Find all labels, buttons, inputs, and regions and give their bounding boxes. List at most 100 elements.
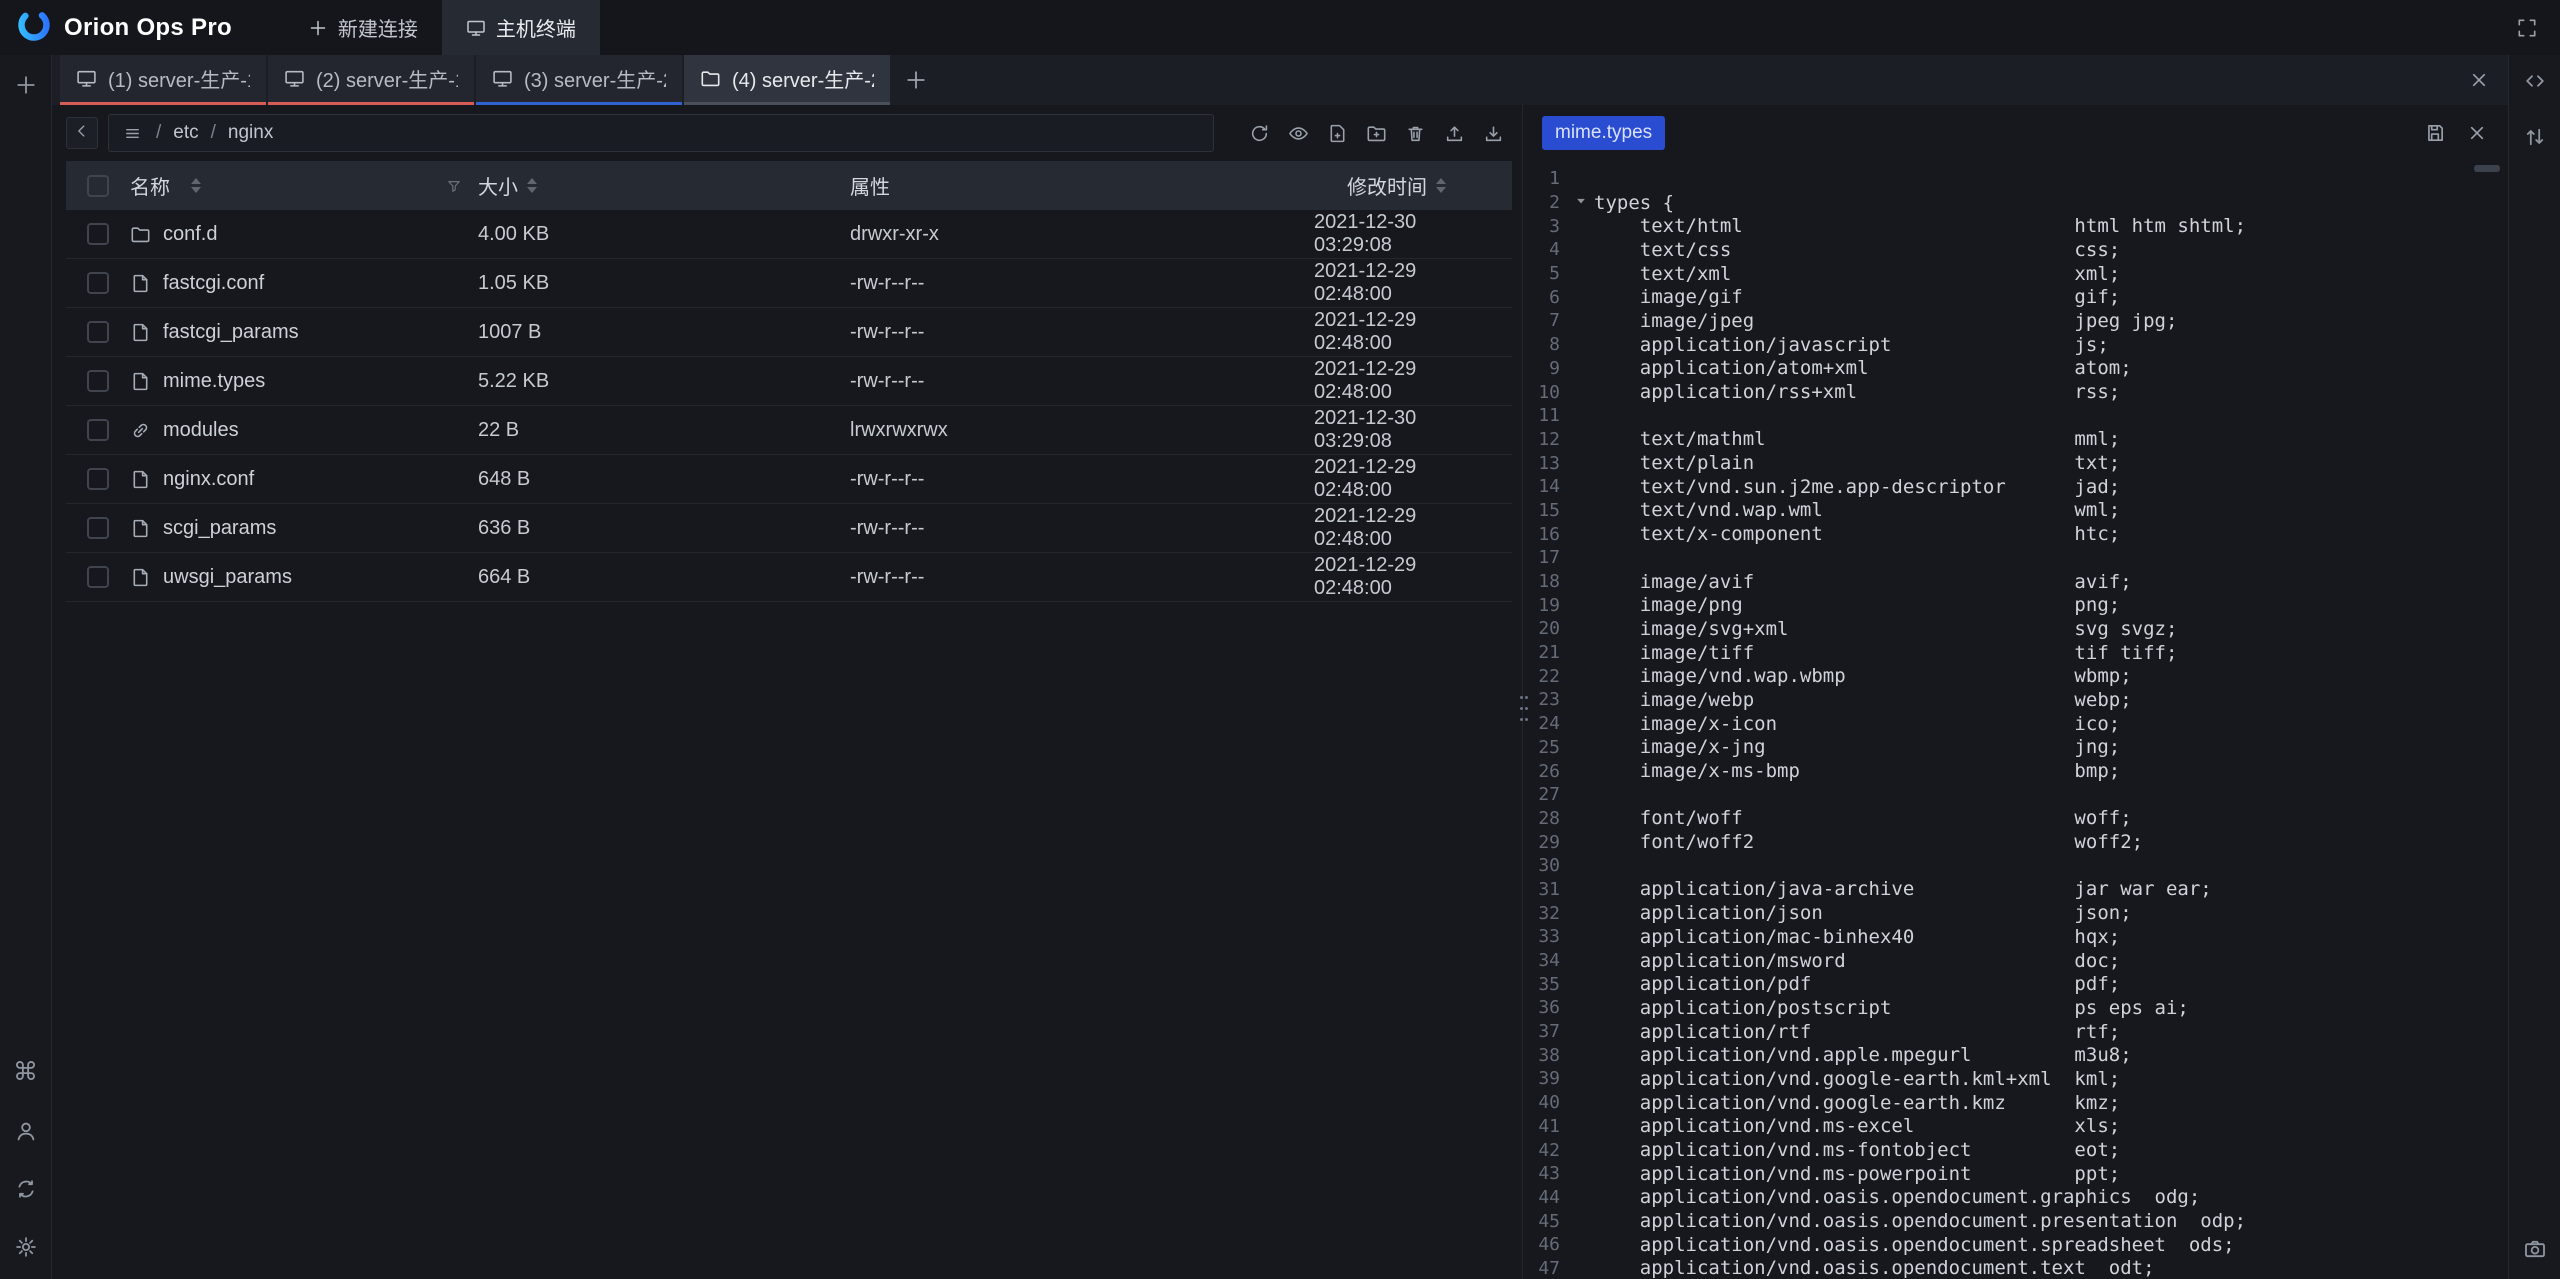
code-line: 12 text/mathml mml; <box>1528 428 2508 452</box>
file-row[interactable]: scgi_params636 B-rw-r--r--2021-12-29 02:… <box>66 504 1512 553</box>
file-row[interactable]: modules22 Blrwxrwxrwx2021-12-30 03:29:08 <box>66 406 1512 455</box>
add-tab-button[interactable] <box>892 55 940 105</box>
file-name[interactable]: modules <box>163 419 239 442</box>
breadcrumb-segment[interactable]: nginx <box>228 122 273 144</box>
close-all-button[interactable] <box>2468 69 2490 91</box>
column-header-size[interactable]: 大小 <box>478 171 850 200</box>
file-row[interactable]: mime.types5.22 KB-rw-r--r--2021-12-29 02… <box>66 357 1512 406</box>
toggle-hidden-files-button[interactable] <box>1288 123 1309 144</box>
session-tab[interactable]: (3) server-生产-2 <box>476 55 682 105</box>
file-row[interactable]: conf.d4.00 KBdrwxr-xr-x2021-12-30 03:29:… <box>66 210 1512 259</box>
row-checkbox[interactable] <box>87 370 109 392</box>
file-row[interactable]: uwsgi_params664 B-rw-r--r--2021-12-29 02… <box>66 553 1512 602</box>
new-file-button[interactable] <box>1327 123 1348 144</box>
file-row[interactable]: fastcgi.conf1.05 KB-rw-r--r--2021-12-29 … <box>66 259 1512 308</box>
code-line: 22 image/vnd.wap.wbmp wbmp; <box>1528 664 2508 688</box>
file-name[interactable]: mime.types <box>163 370 265 393</box>
filter-icon[interactable] <box>446 178 462 194</box>
editor-file-tab[interactable]: mime.types <box>1542 116 1665 150</box>
fold-toggle-icon[interactable] <box>1574 194 1588 212</box>
line-number: 44 <box>1528 1187 1568 1208</box>
row-checkbox[interactable] <box>87 566 109 588</box>
save-icon <box>2424 122 2446 144</box>
sort-carets-icon[interactable] <box>527 178 537 193</box>
row-checkbox[interactable] <box>87 419 109 441</box>
settings-button[interactable] <box>10 1231 42 1263</box>
file-name[interactable]: fastcgi.conf <box>163 272 264 295</box>
upload-button[interactable] <box>1444 123 1465 144</box>
row-checkbox[interactable] <box>87 321 109 343</box>
code-line: 8 application/javascript js; <box>1528 333 2508 357</box>
file-name[interactable]: fastcgi_params <box>163 321 299 344</box>
eye-icon <box>1288 123 1309 144</box>
back-button[interactable] <box>66 117 98 149</box>
code-text: text/vnd.sun.j2me.app-descriptor jad; <box>1594 476 2120 498</box>
file-table: 名称 大小 属性 修改 <box>66 161 1512 602</box>
row-checkbox[interactable] <box>87 517 109 539</box>
line-number: 19 <box>1528 595 1568 616</box>
code-text: image/webp webp; <box>1594 689 2132 711</box>
file-icon <box>130 371 151 392</box>
user-button[interactable] <box>10 1115 42 1147</box>
file-name[interactable]: uwsgi_params <box>163 566 292 589</box>
menu-new-connection[interactable]: 新建连接 <box>284 0 442 55</box>
code-line: 35 application/pdf pdf; <box>1528 972 2508 996</box>
column-header-mtime[interactable]: 修改时间 <box>1314 171 1512 200</box>
left-rail: ⌘ <box>0 55 52 1279</box>
row-checkbox[interactable] <box>87 272 109 294</box>
close-editor-button[interactable] <box>2466 122 2488 144</box>
app-window: Orion Ops Pro 新建连接 主机终端 ⌘ (1) se <box>0 0 2560 1279</box>
link-icon <box>130 420 151 441</box>
line-number: 14 <box>1528 476 1568 497</box>
new-folder-button[interactable] <box>1366 123 1387 144</box>
sync-button[interactable] <box>10 1173 42 1205</box>
close-icon <box>2466 122 2488 144</box>
code-line: 18 image/avif avif; <box>1528 570 2508 594</box>
file-row[interactable]: fastcgi_params1007 B-rw-r--r--2021-12-29… <box>66 308 1512 357</box>
line-number: 32 <box>1528 903 1568 924</box>
download-button[interactable] <box>1483 123 1504 144</box>
code-text <box>1594 855 1605 877</box>
file-name[interactable]: scgi_params <box>163 517 276 540</box>
column-header-name[interactable]: 名称 <box>130 171 478 200</box>
line-number: 11 <box>1528 405 1568 426</box>
tab-label: (1) server-生产-1 <box>108 64 250 93</box>
line-number: 23 <box>1528 689 1568 710</box>
sort-carets-icon[interactable] <box>191 178 201 193</box>
session-tab[interactable]: (2) server-生产-1 <box>268 55 474 105</box>
sort-carets-icon[interactable] <box>1436 178 1446 193</box>
code-line: 40 application/vnd.google-earth.kmz kmz; <box>1528 1091 2508 1115</box>
code-editor[interactable]: 1 2types {3 text/html html htm shtml;4 t… <box>1528 161 2508 1279</box>
file-name[interactable]: conf.d <box>163 223 217 246</box>
shortcuts-button[interactable]: ⌘ <box>10 1057 42 1089</box>
session-tab[interactable]: (4) server-生产-2 <box>684 55 890 105</box>
line-number: 15 <box>1528 500 1568 521</box>
code-line: 27 <box>1528 783 2508 807</box>
sort-toggle-button[interactable] <box>2519 121 2551 153</box>
download-icon <box>1483 123 1504 144</box>
path-breadcrumb[interactable]: /etc/nginx <box>108 114 1214 152</box>
panel-resizer[interactable] <box>1518 105 1528 1279</box>
new-session-button[interactable] <box>10 69 42 101</box>
list-icon[interactable] <box>123 124 142 143</box>
file-name[interactable]: nginx.conf <box>163 468 254 491</box>
code-text: text/vnd.wap.wml wml; <box>1594 499 2120 521</box>
file-row[interactable]: nginx.conf648 B-rw-r--r--2021-12-29 02:4… <box>66 455 1512 504</box>
select-all-checkbox[interactable] <box>87 175 109 197</box>
screenshot-button[interactable] <box>2519 1233 2551 1265</box>
code-text: application/postscript ps eps ai; <box>1594 997 2189 1019</box>
row-checkbox[interactable] <box>87 223 109 245</box>
editor-scrollbar-thumb[interactable] <box>2474 165 2500 172</box>
fullscreen-button[interactable] <box>2516 17 2538 39</box>
delete-button[interactable] <box>1405 123 1426 144</box>
refresh-button[interactable] <box>1249 123 1270 144</box>
save-button[interactable] <box>2424 122 2446 144</box>
row-checkbox[interactable] <box>87 468 109 490</box>
menu-host-terminal[interactable]: 主机终端 <box>442 0 600 55</box>
session-tab[interactable]: (1) server-生产-1 <box>60 55 266 105</box>
code-text: text/mathml mml; <box>1594 428 2120 450</box>
code-text: application/java-archive jar war ear; <box>1594 878 2212 900</box>
file-size: 1007 B <box>478 321 850 344</box>
breadcrumb-segment[interactable]: etc <box>173 122 198 144</box>
editor-view-button[interactable] <box>2519 65 2551 97</box>
